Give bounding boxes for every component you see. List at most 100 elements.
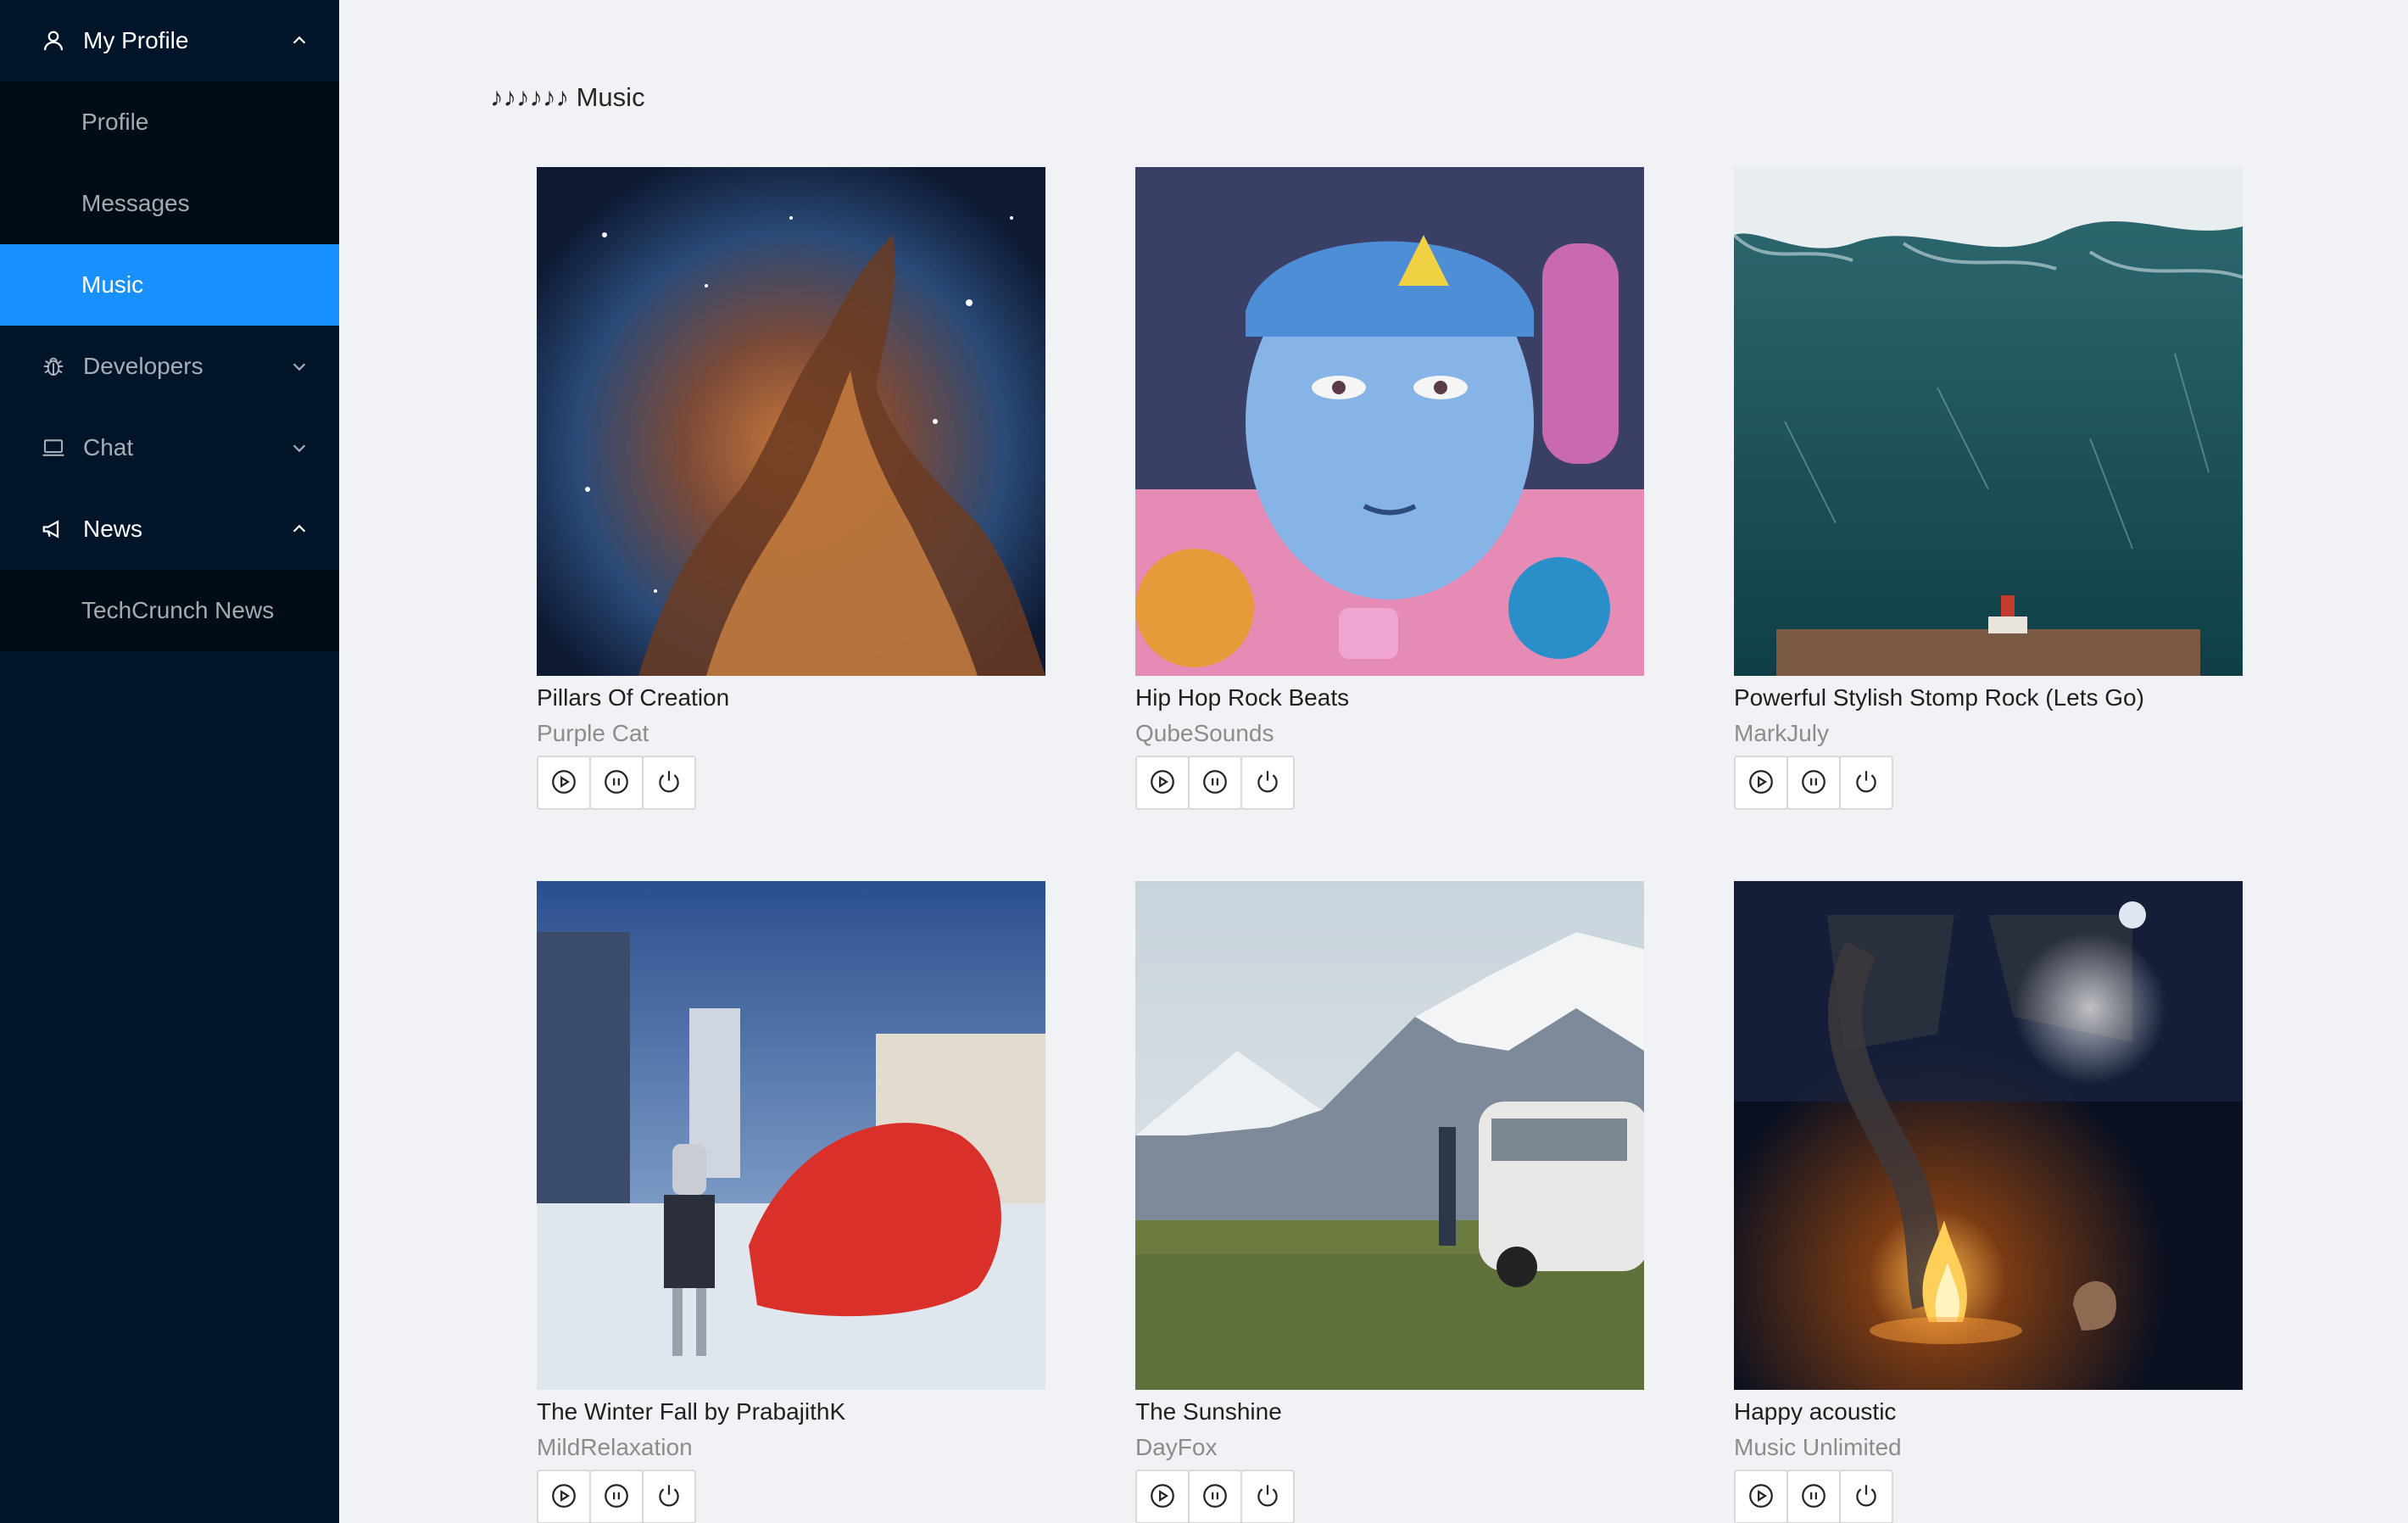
- album-cover[interactable]: [1135, 167, 1644, 676]
- song-card: Pillars Of Creation Purple Cat: [537, 167, 1045, 810]
- submenu-list-my-profile: Profile Messages Music: [0, 81, 339, 326]
- playback-controls: [1734, 1470, 2243, 1523]
- mountain-van-artwork: [1135, 881, 1644, 1390]
- song-title: Hip Hop Rock Beats: [1135, 684, 1350, 711]
- song-card: The Sunshine DayFox: [1135, 881, 1644, 1523]
- submenu-label: Developers: [83, 353, 203, 379]
- play-circle-icon: [1148, 767, 1177, 799]
- power-icon: [1852, 1481, 1881, 1513]
- song-card: Powerful Stylish Stomp Rock (Lets Go) Ma…: [1734, 167, 2243, 810]
- play-button[interactable]: [1135, 1470, 1190, 1523]
- stop-button[interactable]: [642, 756, 696, 810]
- play-button[interactable]: [537, 756, 591, 810]
- sidebar: My Profile Profile Messages Music Develo…: [0, 0, 339, 1523]
- playback-controls: [1135, 756, 1644, 810]
- chevron-up-icon: [290, 31, 309, 50]
- campfire-night-artwork: [1734, 881, 2243, 1390]
- song-title: The Sunshine: [1135, 1398, 1282, 1425]
- submenu-chat[interactable]: Chat: [0, 407, 339, 488]
- power-icon: [1253, 767, 1282, 799]
- album-cover[interactable]: [1135, 881, 1644, 1390]
- song-title: The Winter Fall by PrabajithK: [537, 1398, 846, 1425]
- power-icon: [655, 1481, 683, 1513]
- album-cover[interactable]: [537, 167, 1045, 676]
- play-circle-icon: [549, 767, 578, 799]
- play-circle-icon: [549, 1481, 578, 1513]
- playback-controls: [537, 756, 1045, 810]
- power-icon: [1852, 767, 1881, 799]
- sidebar-item-music[interactable]: Music: [0, 244, 339, 326]
- bug-icon: [41, 354, 66, 379]
- playback-controls: [1135, 1470, 1644, 1523]
- song-artist: Purple Cat: [537, 720, 649, 746]
- cartoon-face-artwork: [1135, 167, 1644, 676]
- power-icon: [1253, 1481, 1282, 1513]
- play-button[interactable]: [537, 1470, 591, 1523]
- submenu-news[interactable]: News: [0, 488, 339, 570]
- sidebar-item-label: TechCrunch News: [81, 597, 275, 623]
- song-title: Happy acoustic: [1734, 1398, 1897, 1425]
- stop-button[interactable]: [1839, 1470, 1893, 1523]
- sidebar-item-label: Music: [81, 271, 144, 298]
- song-artist: QubeSounds: [1135, 720, 1274, 746]
- song-artist: Music Unlimited: [1734, 1434, 1902, 1460]
- pause-button[interactable]: [1188, 1470, 1242, 1523]
- play-circle-icon: [1148, 1481, 1177, 1513]
- power-icon: [655, 767, 683, 799]
- main-content: ♪♪♪♪♪♪ Music Pillars Of Creation Purple …: [339, 0, 2408, 1523]
- stop-button[interactable]: [1839, 756, 1893, 810]
- page-title: ♪♪♪♪♪♪ Music: [490, 82, 645, 112]
- user-icon: [41, 28, 66, 53]
- song-artist: MildRelaxation: [537, 1434, 693, 1460]
- sidebar-item-techcrunch-news[interactable]: TechCrunch News: [0, 570, 339, 651]
- pause-button[interactable]: [1786, 1470, 1841, 1523]
- pause-circle-icon: [602, 767, 631, 799]
- submenu-my-profile[interactable]: My Profile: [0, 0, 339, 81]
- play-circle-icon: [1747, 767, 1775, 799]
- playback-controls: [1734, 756, 2243, 810]
- stop-button[interactable]: [1240, 756, 1295, 810]
- play-button[interactable]: [1734, 1470, 1788, 1523]
- pause-button[interactable]: [1188, 756, 1242, 810]
- playback-controls: [537, 1470, 1045, 1523]
- pause-circle-icon: [602, 1481, 631, 1513]
- giant-wave-artwork: [1734, 167, 2243, 676]
- song-grid: Pillars Of Creation Purple Cat Hip Hop R…: [537, 167, 2243, 1523]
- megaphone-icon: [41, 516, 66, 542]
- pause-circle-icon: [1201, 1481, 1229, 1513]
- sidebar-item-label: Profile: [81, 109, 149, 135]
- laptop-icon: [41, 435, 66, 460]
- song-title: Pillars Of Creation: [537, 684, 730, 711]
- album-cover[interactable]: [1734, 881, 2243, 1390]
- submenu-label: News: [83, 516, 143, 542]
- pause-button[interactable]: [1786, 756, 1841, 810]
- submenu-developers[interactable]: Developers: [0, 326, 339, 407]
- sidebar-item-profile[interactable]: Profile: [0, 81, 339, 163]
- song-title: Powerful Stylish Stomp Rock (Lets Go): [1734, 684, 2144, 711]
- song-artist: DayFox: [1135, 1434, 1218, 1460]
- play-button[interactable]: [1135, 756, 1190, 810]
- pause-circle-icon: [1799, 767, 1828, 799]
- pause-circle-icon: [1201, 767, 1229, 799]
- chevron-down-icon: [290, 357, 309, 376]
- song-card: The Winter Fall by PrabajithK MildRelaxa…: [537, 881, 1045, 1523]
- robot-city-artwork: [537, 881, 1045, 1390]
- song-card: Happy acoustic Music Unlimited: [1734, 881, 2243, 1523]
- sidebar-item-messages[interactable]: Messages: [0, 163, 339, 244]
- submenu-label: My Profile: [83, 27, 189, 53]
- nebula-artwork: [537, 167, 1045, 676]
- pause-circle-icon: [1799, 1481, 1828, 1513]
- album-cover[interactable]: [1734, 167, 2243, 676]
- pause-button[interactable]: [589, 1470, 644, 1523]
- play-circle-icon: [1747, 1481, 1775, 1513]
- sidebar-item-label: Messages: [81, 190, 190, 216]
- song-artist: MarkJuly: [1734, 720, 1830, 746]
- pause-button[interactable]: [589, 756, 644, 810]
- chevron-down-icon: [290, 438, 309, 457]
- stop-button[interactable]: [1240, 1470, 1295, 1523]
- chevron-up-icon: [290, 520, 309, 538]
- stop-button[interactable]: [642, 1470, 696, 1523]
- song-card: Hip Hop Rock Beats QubeSounds: [1135, 167, 1644, 810]
- album-cover[interactable]: [537, 881, 1045, 1390]
- play-button[interactable]: [1734, 756, 1788, 810]
